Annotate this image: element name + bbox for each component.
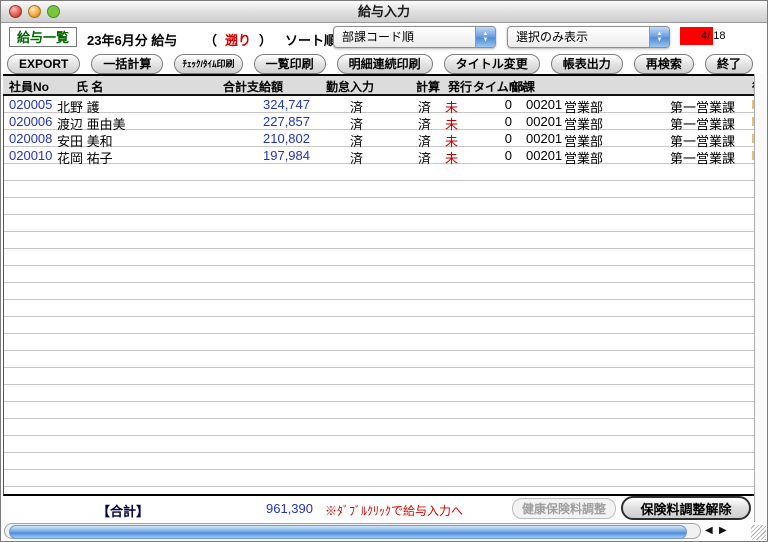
header-calc: 計算 [416, 78, 440, 95]
toolbar-button-re-search[interactable]: 再検索 [634, 54, 694, 74]
table-header: 社員No 氏 名 合計支給額 勤怠入力 計算 発行 タイムNo 部課 役 [3, 74, 757, 96]
retroactive-indicator: （ 遡り ） [204, 30, 272, 49]
display-filter-value: 選択のみ表示 [516, 27, 588, 47]
table-body: 020005北野 護324,747済済未000201営業部第一営業課020006… [3, 96, 757, 496]
app-window: 給与入力 給与一覧 23年6月分 給与 （ 遡り ） ソート順 部課コード順 ▲▼ … [0, 0, 768, 542]
cell-amount: 227,857 [182, 114, 310, 129]
close-button-icon[interactable] [9, 5, 22, 18]
toolbar-button-list-print[interactable]: 一覧印刷 [254, 54, 326, 74]
cell-amount: 324,747 [182, 97, 310, 112]
header-issue: 発行 [448, 78, 472, 95]
table-row-empty [4, 470, 756, 487]
window-title: 給与入力 [1, 1, 767, 22]
cell-timeno: 0 [482, 148, 512, 163]
cell-amount: 197,984 [182, 148, 310, 163]
total-value: 961,390 [225, 501, 313, 516]
table-row-empty [4, 232, 756, 249]
table-row-empty [4, 351, 756, 368]
table-row[interactable]: 020005北野 護324,747済済未000201営業部第一営業課 [4, 96, 756, 113]
title-bar: 給与入力 [1, 1, 767, 23]
cell-dept_code: 00201 [526, 97, 562, 112]
toolbar-button-detail-continuous-print[interactable]: 明細連続印刷 [337, 54, 433, 74]
cell-dept_code: 00201 [526, 131, 562, 146]
horizontal-scrollbar-thumb[interactable] [9, 525, 687, 539]
header-total-amount: 合計支給額 [223, 78, 283, 95]
table-row-empty [4, 164, 756, 181]
table-row-empty [4, 385, 756, 402]
sort-order-value: 部課コード順 [342, 27, 414, 47]
sort-order-dropdown[interactable]: 部課コード順 ▲▼ [333, 26, 496, 48]
zoom-button-icon[interactable] [47, 5, 60, 18]
table-row-empty [4, 436, 756, 453]
vertical-scrollbar[interactable] [754, 74, 766, 522]
salary-list-button[interactable]: 給与一覧 [9, 27, 77, 47]
table-row-empty [4, 198, 756, 215]
header-employee-no: 社員No [9, 78, 49, 95]
table-row-empty [4, 283, 756, 300]
sort-order-label: ソート順 [285, 30, 337, 49]
table-row-empty [4, 266, 756, 283]
header-attendance: 勤怠入力 [326, 78, 374, 95]
dropdown-stepper-icon: ▲▼ [475, 27, 495, 47]
retroactive-label: 遡り [225, 33, 251, 48]
table-row-empty [4, 181, 756, 198]
toolbar-button-batch-calc[interactable]: 一括計算 [91, 54, 163, 74]
table-row-empty [4, 215, 756, 232]
table-row[interactable]: 020010花岡 祐子197,984済済未000201営業部第一営業課 [4, 147, 756, 164]
cell-timeno: 0 [482, 97, 512, 112]
paren-close: ） [259, 33, 272, 48]
scroll-right-arrow-icon[interactable]: ▶ [719, 525, 727, 537]
table-row-empty [4, 402, 756, 419]
pay-period-label: 23年6月分 給与 [87, 30, 177, 49]
cell-timeno: 0 [482, 131, 512, 146]
table-row-empty [4, 334, 756, 351]
header-department: 部課 [511, 78, 535, 95]
horizontal-scrollbar[interactable] [4, 523, 701, 539]
table-row[interactable]: 020008安田 美和210,802済済未000201営業部第一営業課 [4, 130, 756, 147]
cell-amount: 210,802 [182, 131, 310, 146]
control-bar: 給与一覧 23年6月分 給与 （ 遡り ） ソート順 部課コード順 ▲▼ 選択のみ表… [1, 23, 767, 53]
cell-timeno: 0 [482, 114, 512, 129]
header-name: 氏 名 [76, 78, 103, 95]
resize-grip-icon[interactable] [751, 525, 766, 540]
table-row-empty [4, 419, 756, 436]
cell-empno: 020006 [9, 114, 52, 129]
cell-empno: 020010 [9, 148, 52, 163]
table-row-empty [4, 317, 756, 334]
toolbar-button-title-change[interactable]: タイトル変更 [444, 54, 540, 74]
cell-empno: 020005 [9, 97, 52, 112]
toolbar: EXPORT 一括計算 ﾁｪｯｸ/ﾀｲﾑ印刷一覧印刷明細連続印刷タイトル変更帳表出力… [7, 53, 753, 74]
table-row-empty [4, 368, 756, 385]
toolbar-button-export[interactable]: EXPORT [7, 54, 80, 74]
cell-dept_code: 00201 [526, 148, 562, 163]
total-label: 【合計】 [97, 501, 149, 520]
toolbar-button-check-time-print[interactable]: ﾁｪｯｸ/ﾀｲﾑ印刷 [174, 54, 242, 74]
table-row-empty [4, 300, 756, 317]
cell-empno: 020008 [9, 131, 52, 146]
table-row-empty [4, 453, 756, 470]
paren-open: （ [204, 33, 217, 48]
toolbar-button-report-output[interactable]: 帳表出力 [551, 54, 623, 74]
health-insurance-adjust-button[interactable]: 健康保険料調整 [512, 498, 616, 519]
scroll-left-arrow-icon[interactable]: ◀ [705, 525, 713, 537]
table-row[interactable]: 020006渡辺 亜由美227,857済済未000201営業部第一営業課 [4, 113, 756, 130]
dropdown-stepper-icon: ▲▼ [649, 27, 669, 47]
footer-bar: 【合計】 961,390 ※ﾀﾞﾌﾞﾙｸﾘｯｸで給与入力へ 健康保険料調整 保険… [3, 498, 757, 522]
table-row-empty [4, 487, 756, 496]
display-filter-dropdown[interactable]: 選択のみ表示 ▲▼ [507, 26, 670, 48]
traffic-lights [9, 5, 60, 18]
table-row-empty [4, 249, 756, 266]
insurance-adjust-release-button[interactable]: 保険料調整解除 [621, 496, 751, 520]
toolbar-button-quit[interactable]: 終了 [705, 54, 753, 74]
cell-dept_code: 00201 [526, 114, 562, 129]
minimize-button-icon[interactable] [28, 5, 41, 18]
double-click-note: ※ﾀﾞﾌﾞﾙｸﾘｯｸで給与入力へ [325, 502, 463, 519]
record-count: 4/ 18 [701, 30, 725, 42]
